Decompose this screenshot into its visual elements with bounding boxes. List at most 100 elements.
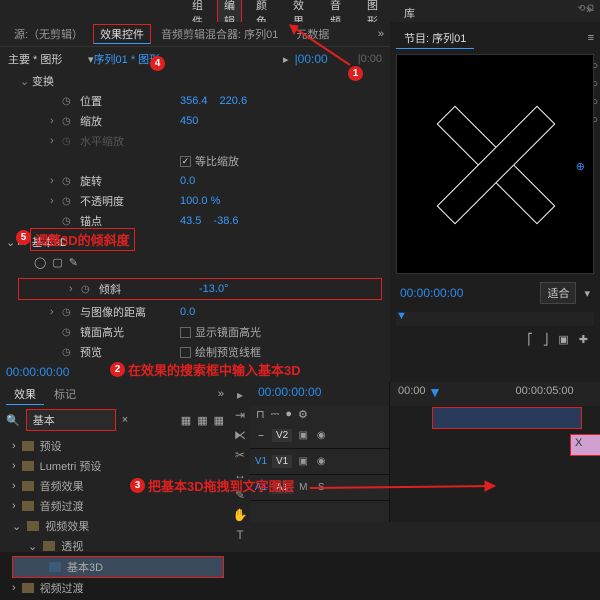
specular-checkbox[interactable] bbox=[180, 327, 191, 338]
rotation-value[interactable]: 0.0 bbox=[180, 175, 195, 187]
position-y[interactable]: 220.6 bbox=[220, 95, 248, 107]
settings-icon[interactable]: ✚ bbox=[579, 333, 588, 346]
export-frame-icon[interactable]: ▣ bbox=[558, 333, 568, 346]
selection-tool-icon[interactable]: ▸ bbox=[237, 388, 243, 402]
effects-panel: 效果 标记 » 2 在效果的搜索框中输入基本3D 🔍 基本 × ▦▦▦ ›预设 … bbox=[0, 382, 230, 552]
uniform-scale-checkbox[interactable] bbox=[180, 156, 191, 167]
tilt-value[interactable]: -13.0° bbox=[199, 283, 228, 295]
tl-timecode[interactable]: 00:00:00:00 bbox=[258, 385, 321, 399]
zoom-select[interactable]: 适合 bbox=[540, 282, 576, 304]
prop-rotation: 旋转 bbox=[80, 173, 180, 189]
position-x[interactable]: 356.4 bbox=[180, 95, 208, 107]
source-tab[interactable]: 源:（无剪辑） bbox=[6, 24, 91, 44]
playhead-icon[interactable]: ▼ bbox=[428, 384, 442, 400]
stopwatch-icon[interactable]: ◷ bbox=[81, 284, 93, 295]
effect-controls-panel: 源:（无剪辑） 效果控件 音频剪辑混合器: 序列01 元数据 » 4 主要 * … bbox=[0, 22, 390, 382]
clear-search-icon[interactable]: × bbox=[122, 414, 128, 426]
distance-value[interactable]: 0.0 bbox=[180, 306, 195, 318]
ruler-tick: |0:00 bbox=[358, 53, 382, 65]
twirl-icon[interactable]: ⌄ bbox=[20, 75, 30, 88]
track-v1-header[interactable]: V1V1▣◉ bbox=[250, 449, 389, 475]
mask-pen-icon[interactable]: ✎ bbox=[69, 256, 78, 269]
scale-value[interactable]: 450 bbox=[180, 115, 198, 127]
preview-checkbox[interactable] bbox=[180, 347, 191, 358]
timeline-tracks[interactable]: 00:00 00:00:05:00 ▼ X bbox=[390, 382, 600, 522]
callout-2: 2 bbox=[110, 362, 125, 377]
snap-icon[interactable]: ⊓ bbox=[256, 408, 265, 421]
clip-graphic[interactable] bbox=[432, 407, 582, 429]
playhead-icon[interactable]: ▼ bbox=[396, 310, 407, 322]
specular-label: 显示镜面高光 bbox=[195, 324, 261, 340]
filter-icon[interactable]: ▦ bbox=[214, 414, 224, 427]
program-monitor-panel: 节目: 序列01 ≡ ⊕ 00:00:00:00 适合 ▾ ▼ ⎡ ⎦ ▣ ✚ bbox=[390, 22, 600, 382]
prop-scale: 缩放 bbox=[80, 113, 180, 129]
clip-text[interactable]: X bbox=[570, 434, 600, 456]
prop-scale-h: 水平缩放 bbox=[80, 133, 180, 149]
effects-search-input[interactable]: 基本 bbox=[26, 409, 116, 431]
anchor-x[interactable]: 43.5 bbox=[180, 215, 201, 227]
razor-tool-icon[interactable]: ✂ bbox=[235, 448, 245, 462]
prop-tilt: 倾斜 bbox=[99, 281, 199, 297]
stopwatch-icon[interactable]: ◷ bbox=[62, 216, 74, 227]
prop-preview: 预览 bbox=[80, 344, 180, 360]
tree-audio-trans[interactable]: ›音频过渡 bbox=[8, 496, 228, 516]
tree-perspective[interactable]: ⌄透视 bbox=[8, 536, 228, 556]
audio-mixer-tab[interactable]: 音频剪辑混合器: 序列01 bbox=[153, 24, 286, 44]
uniform-scale-label: 等比缩放 bbox=[195, 153, 239, 169]
twirl-icon[interactable]: › bbox=[50, 115, 60, 127]
chevron-down-icon[interactable]: ▾ bbox=[584, 287, 590, 300]
filter-icon[interactable]: ▦ bbox=[197, 414, 207, 427]
tree-video-trans[interactable]: ›视频过渡 bbox=[8, 578, 228, 598]
mark-in-icon[interactable]: ⎡ bbox=[527, 333, 533, 346]
transform-group[interactable]: 变换 bbox=[32, 73, 132, 89]
ruler-mark: 00:00:05:00 bbox=[516, 385, 574, 403]
timeline-tools: ▸ ⇥ ⧔ ✂ ↔ ✎ ✋ T bbox=[230, 382, 250, 552]
prop-position: 位置 bbox=[80, 93, 180, 109]
program-monitor[interactable]: ⊕ bbox=[396, 54, 594, 274]
anchor-y[interactable]: -38.6 bbox=[213, 215, 238, 227]
opacity-value[interactable]: 100.0 % bbox=[180, 195, 220, 207]
stopwatch-icon[interactable]: ◷ bbox=[62, 96, 74, 107]
callout-5: 5 bbox=[16, 230, 31, 245]
effects-tab[interactable]: 效果 bbox=[6, 384, 44, 405]
preview-graphic bbox=[440, 109, 550, 219]
panel-menu-icon[interactable]: » bbox=[218, 388, 224, 400]
search-icon: 🔍 bbox=[6, 414, 20, 427]
twirl-icon[interactable]: ⌄ bbox=[6, 236, 15, 249]
callout-1: 1 bbox=[348, 66, 363, 81]
stopwatch-icon[interactable]: ◷ bbox=[62, 176, 74, 187]
prop-distance: 与图像的距离 bbox=[80, 304, 180, 320]
mask-ellipse-icon[interactable]: ◯ bbox=[34, 256, 46, 269]
marker-icon[interactable]: ● bbox=[285, 408, 292, 421]
markers-tab[interactable]: 标记 bbox=[46, 384, 84, 404]
stopwatch-icon[interactable]: ◷ bbox=[62, 116, 74, 127]
tree-presets[interactable]: ›预设 bbox=[8, 436, 228, 456]
tab-library[interactable]: 库 bbox=[392, 2, 427, 24]
hand-tool-icon[interactable]: ✋ bbox=[233, 508, 248, 522]
link-icon[interactable]: ⎓ bbox=[271, 408, 280, 421]
crosshair-icon: ⊕ bbox=[576, 160, 585, 173]
mask-rect-icon[interactable]: ▢ bbox=[52, 256, 62, 269]
stopwatch-icon[interactable]: ◷ bbox=[62, 327, 74, 338]
stopwatch-icon[interactable]: ◷ bbox=[62, 196, 74, 207]
master-label: 主要 * 图形 bbox=[8, 51, 88, 67]
panel-menu-icon[interactable]: » bbox=[378, 28, 384, 40]
ripple-tool-icon[interactable]: ⧔ bbox=[234, 428, 246, 442]
filter-icon[interactable]: ▦ bbox=[181, 414, 191, 427]
type-tool-icon[interactable]: T bbox=[236, 528, 243, 542]
panel-menu-icon[interactable]: ≡ bbox=[588, 32, 594, 44]
tree-video-fx[interactable]: ⌄视频效果 bbox=[8, 516, 228, 536]
ruler-mark: 00:00 bbox=[398, 385, 426, 403]
tree-basic3d[interactable]: 基本3D bbox=[12, 556, 224, 578]
prop-anchor: 锚点 bbox=[80, 213, 180, 229]
tree-lumetri[interactable]: ›Lumetri 预设 bbox=[8, 456, 228, 476]
mark-out-icon[interactable]: ⎦ bbox=[543, 333, 549, 346]
stopwatch-icon[interactable]: ◷ bbox=[62, 307, 74, 318]
pm-timecode[interactable]: 00:00:00:00 bbox=[400, 286, 463, 300]
track-v2-header[interactable]: ⎯V2▣◉ bbox=[250, 423, 389, 449]
program-tab[interactable]: 节目: 序列01 bbox=[396, 28, 474, 49]
settings-icon[interactable]: ⚙ bbox=[298, 408, 308, 421]
track-select-icon[interactable]: ⇥ bbox=[235, 408, 245, 422]
stopwatch-icon[interactable]: ◷ bbox=[62, 347, 74, 358]
effect-controls-tab[interactable]: 效果控件 bbox=[93, 24, 151, 44]
